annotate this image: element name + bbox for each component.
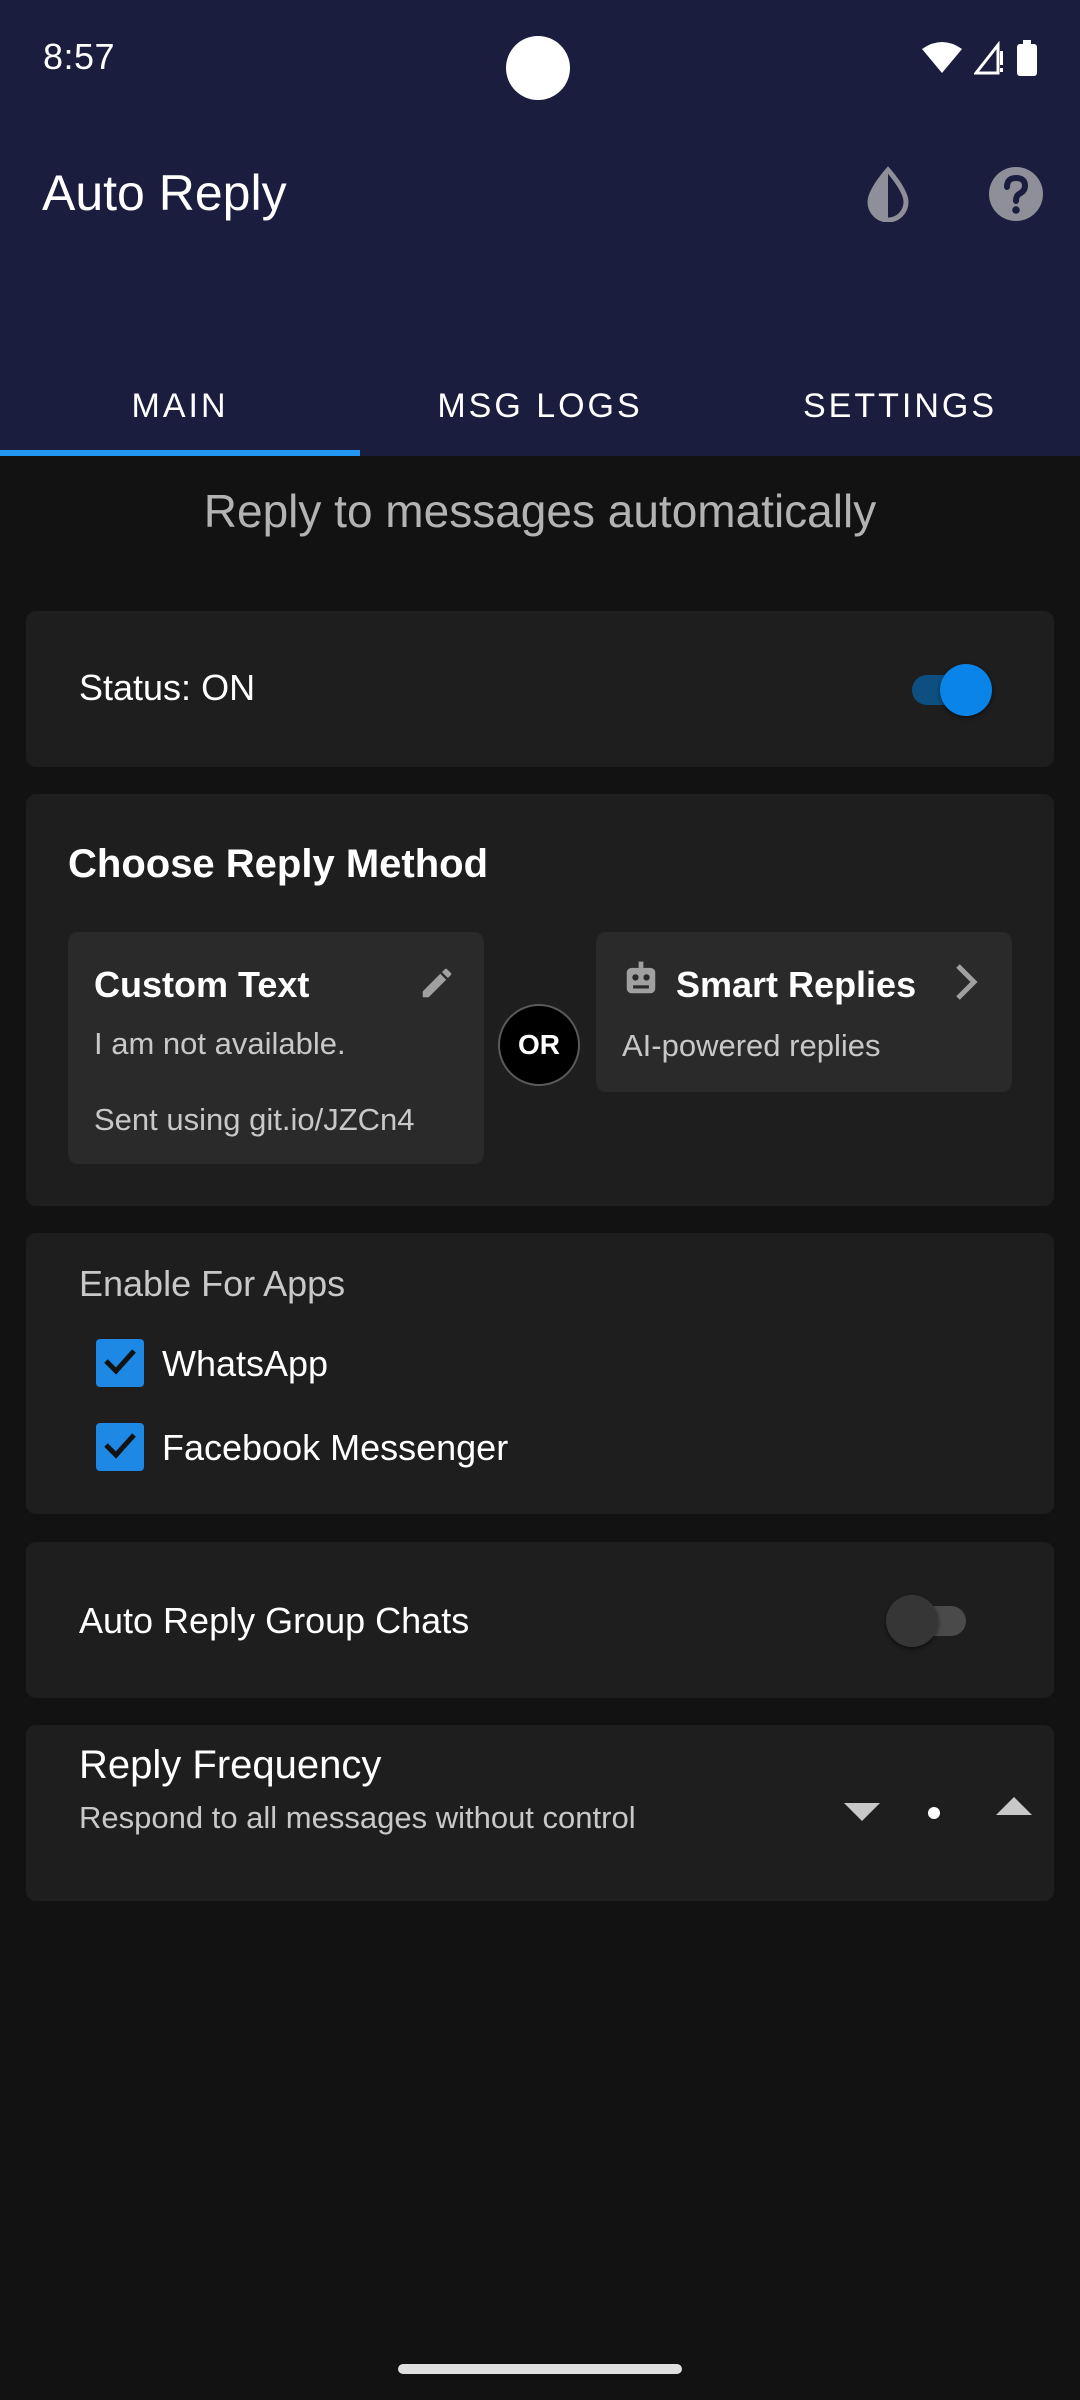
group-chats-card: Auto Reply Group Chats bbox=[26, 1542, 1054, 1698]
tab-settings[interactable]: SETTINGS bbox=[720, 356, 1080, 456]
enable-apps-card: Enable For Apps WhatsApp Facebook Messen… bbox=[26, 1233, 1054, 1514]
status-icons bbox=[922, 40, 1038, 76]
reply-method-title: Choose Reply Method bbox=[68, 842, 489, 886]
status-toggle[interactable] bbox=[906, 661, 992, 717]
tab-label: MSG LOGS bbox=[437, 386, 643, 425]
page-title: Auto Reply bbox=[42, 165, 287, 221]
robot-icon bbox=[622, 960, 660, 1003]
toggle-thumb bbox=[886, 1595, 938, 1647]
increase-frequency-button[interactable] bbox=[982, 1777, 1046, 1841]
status-bar: 8:57 bbox=[0, 0, 1080, 120]
whatsapp-checkbox[interactable] bbox=[96, 1339, 144, 1387]
toggle-thumb bbox=[940, 664, 992, 716]
tab-label: MAIN bbox=[131, 386, 229, 425]
status-time: 8:57 bbox=[43, 36, 116, 77]
custom-text-option[interactable]: Custom Text I am not available. Sent usi… bbox=[68, 932, 484, 1164]
custom-text-title: Custom Text bbox=[94, 964, 310, 1005]
battery-icon bbox=[1016, 40, 1038, 76]
smart-replies-description: AI-powered replies bbox=[622, 1028, 881, 1063]
facebook-messenger-label[interactable]: Facebook Messenger bbox=[162, 1427, 508, 1469]
help-icon bbox=[988, 166, 1044, 227]
edit-pencil-icon[interactable] bbox=[418, 964, 456, 1007]
status-card: Status: ON bbox=[26, 611, 1054, 767]
group-chats-toggle[interactable] bbox=[886, 1592, 972, 1648]
enable-apps-header: Enable For Apps bbox=[79, 1263, 346, 1304]
tab-label: SETTINGS bbox=[802, 386, 998, 425]
tab-bar: MAIN MSG LOGS SETTINGS bbox=[0, 356, 1080, 456]
reply-frequency-title: Reply Frequency bbox=[79, 1743, 382, 1787]
checkmark-icon bbox=[100, 1341, 140, 1386]
custom-text-message: I am not available. bbox=[94, 1026, 346, 1061]
status-label: Status: ON bbox=[79, 667, 256, 708]
help-button[interactable] bbox=[976, 156, 1056, 236]
theme-contrast-button[interactable] bbox=[848, 156, 928, 236]
home-indicator[interactable] bbox=[398, 2364, 682, 2374]
page-subtitle: Reply to messages automatically bbox=[203, 485, 877, 537]
triangle-down-icon bbox=[844, 1801, 880, 1826]
triangle-up-icon bbox=[996, 1796, 1032, 1822]
chevron-right-icon bbox=[948, 962, 984, 1007]
reply-frequency-card: Reply Frequency Respond to all messages … bbox=[26, 1725, 1054, 1901]
frequency-value-indicator bbox=[928, 1807, 940, 1819]
app-bar: 8:57 Auto Reply MAIN MSG LOGS SETTINGS bbox=[0, 0, 1080, 456]
group-chats-label: Auto Reply Group Chats bbox=[79, 1600, 470, 1641]
reply-method-card: Choose Reply Method Custom Text I am not… bbox=[26, 794, 1054, 1206]
camera-cutout bbox=[506, 36, 570, 100]
tab-indicator bbox=[0, 450, 360, 456]
tab-msg-logs[interactable]: MSG LOGS bbox=[360, 356, 720, 456]
reply-frequency-description: Respond to all messages without control bbox=[79, 1800, 636, 1835]
theme-contrast-icon bbox=[864, 165, 912, 227]
signal-icon bbox=[974, 41, 1004, 75]
checkmark-icon bbox=[100, 1425, 140, 1470]
wifi-icon bbox=[922, 41, 962, 75]
smart-replies-title: Smart Replies bbox=[676, 964, 917, 1005]
or-badge: OR bbox=[498, 1004, 580, 1086]
smart-replies-option[interactable]: Smart Replies AI-powered replies bbox=[596, 932, 1012, 1092]
decrease-frequency-button[interactable] bbox=[830, 1781, 894, 1845]
custom-text-footer: Sent using git.io/JZCn4 bbox=[94, 1102, 415, 1137]
facebook-messenger-checkbox[interactable] bbox=[96, 1423, 144, 1471]
tab-main[interactable]: MAIN bbox=[0, 356, 360, 456]
whatsapp-label[interactable]: WhatsApp bbox=[162, 1343, 328, 1385]
